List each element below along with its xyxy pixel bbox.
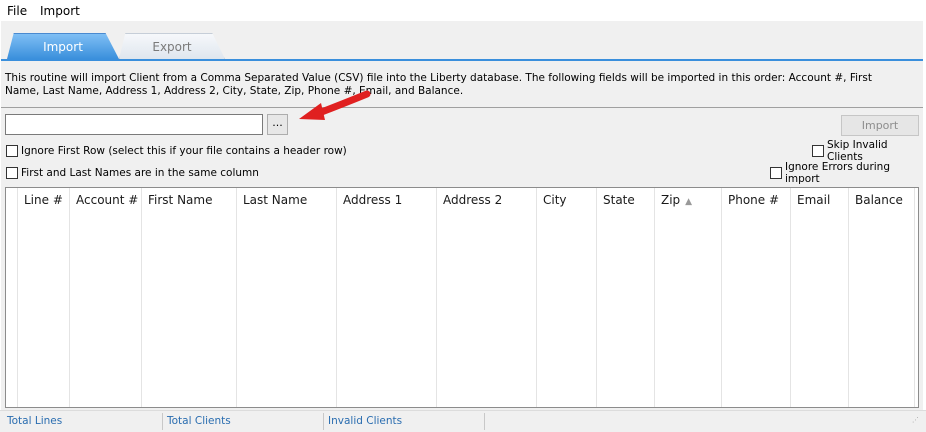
checkbox-icon bbox=[6, 167, 18, 179]
same-column-checkbox[interactable]: First and Last Names are in the same col… bbox=[6, 166, 259, 180]
column-header-last-name[interactable]: Last Name bbox=[237, 188, 307, 212]
column-divider bbox=[848, 188, 849, 407]
status-invalid-clients: Invalid Clients bbox=[328, 415, 403, 427]
menu-file[interactable]: File bbox=[7, 4, 27, 18]
ignore-errors-checkbox[interactable]: Ignore Errors during import bbox=[770, 161, 923, 185]
ignore-first-row-label: Ignore First Row (select this if your fi… bbox=[21, 145, 347, 157]
column-header-zip[interactable]: Zip ▲ bbox=[655, 188, 692, 212]
status-bar: Total Lines Total Clients Invalid Client… bbox=[0, 410, 926, 432]
red-arrow-icon bbox=[299, 90, 371, 120]
same-column-label: First and Last Names are in the same col… bbox=[21, 167, 259, 179]
column-divider bbox=[236, 188, 237, 407]
column-divider bbox=[654, 188, 655, 407]
resize-grip-icon[interactable]: ⋰ bbox=[912, 417, 920, 426]
column-header-city[interactable]: City bbox=[537, 188, 567, 212]
column-header-phone[interactable]: Phone # bbox=[722, 188, 779, 212]
column-divider bbox=[790, 188, 791, 407]
column-header-email[interactable]: Email bbox=[791, 188, 830, 212]
status-total-lines: Total Lines bbox=[7, 415, 63, 427]
status-total-clients: Total Clients bbox=[167, 415, 231, 427]
divider bbox=[1, 107, 923, 108]
column-header-state[interactable]: State bbox=[597, 188, 635, 212]
description-text: This routine will import Client from a C… bbox=[5, 72, 872, 97]
column-divider bbox=[721, 188, 722, 407]
column-divider bbox=[914, 188, 915, 407]
import-grid[interactable]: Line # Account # First Name Last Name Ad… bbox=[5, 187, 919, 408]
column-divider bbox=[536, 188, 537, 407]
column-header-first-name[interactable]: First Name bbox=[142, 188, 212, 212]
column-divider bbox=[336, 188, 337, 407]
column-divider bbox=[141, 188, 142, 407]
tab-strip: Export Import bbox=[1, 21, 923, 61]
column-header-account[interactable]: Account # bbox=[70, 188, 138, 212]
column-divider bbox=[69, 188, 70, 407]
menu-import[interactable]: Import bbox=[40, 4, 80, 18]
import-panel: Export Import This routine will import C… bbox=[1, 21, 923, 410]
file-path-input[interactable] bbox=[5, 114, 263, 135]
status-divider bbox=[484, 413, 485, 430]
skip-invalid-label: Skip Invalid Clients bbox=[827, 139, 888, 163]
checkbox-icon bbox=[770, 167, 782, 179]
tab-underline bbox=[1, 59, 923, 61]
column-divider bbox=[17, 188, 18, 407]
ignore-errors-label: Ignore Errors during import bbox=[785, 161, 890, 185]
menu-bar: File Import bbox=[0, 0, 926, 22]
sort-ascending-icon: ▲ bbox=[685, 197, 693, 207]
status-divider bbox=[162, 413, 163, 430]
column-divider bbox=[596, 188, 597, 407]
column-header-address1[interactable]: Address 1 bbox=[337, 188, 402, 212]
ignore-first-row-checkbox[interactable]: Ignore First Row (select this if your fi… bbox=[6, 144, 347, 158]
column-header-line[interactable]: Line # bbox=[18, 188, 63, 212]
import-button[interactable]: Import bbox=[841, 115, 919, 136]
column-header-balance[interactable]: Balance bbox=[849, 188, 903, 212]
skip-invalid-checkbox[interactable]: Skip Invalid Clients bbox=[812, 139, 923, 163]
column-header-address2[interactable]: Address 2 bbox=[437, 188, 502, 212]
zip-label: Zip bbox=[661, 193, 681, 207]
tab-export[interactable]: Export bbox=[119, 33, 225, 59]
tab-import[interactable]: Import bbox=[7, 33, 119, 59]
grid-header: Line # Account # First Name Last Name Ad… bbox=[6, 188, 918, 407]
checkbox-icon bbox=[812, 145, 824, 157]
column-divider bbox=[436, 188, 437, 407]
browse-button[interactable]: ... bbox=[267, 114, 288, 135]
checkbox-icon bbox=[6, 145, 18, 157]
status-divider bbox=[323, 413, 324, 430]
